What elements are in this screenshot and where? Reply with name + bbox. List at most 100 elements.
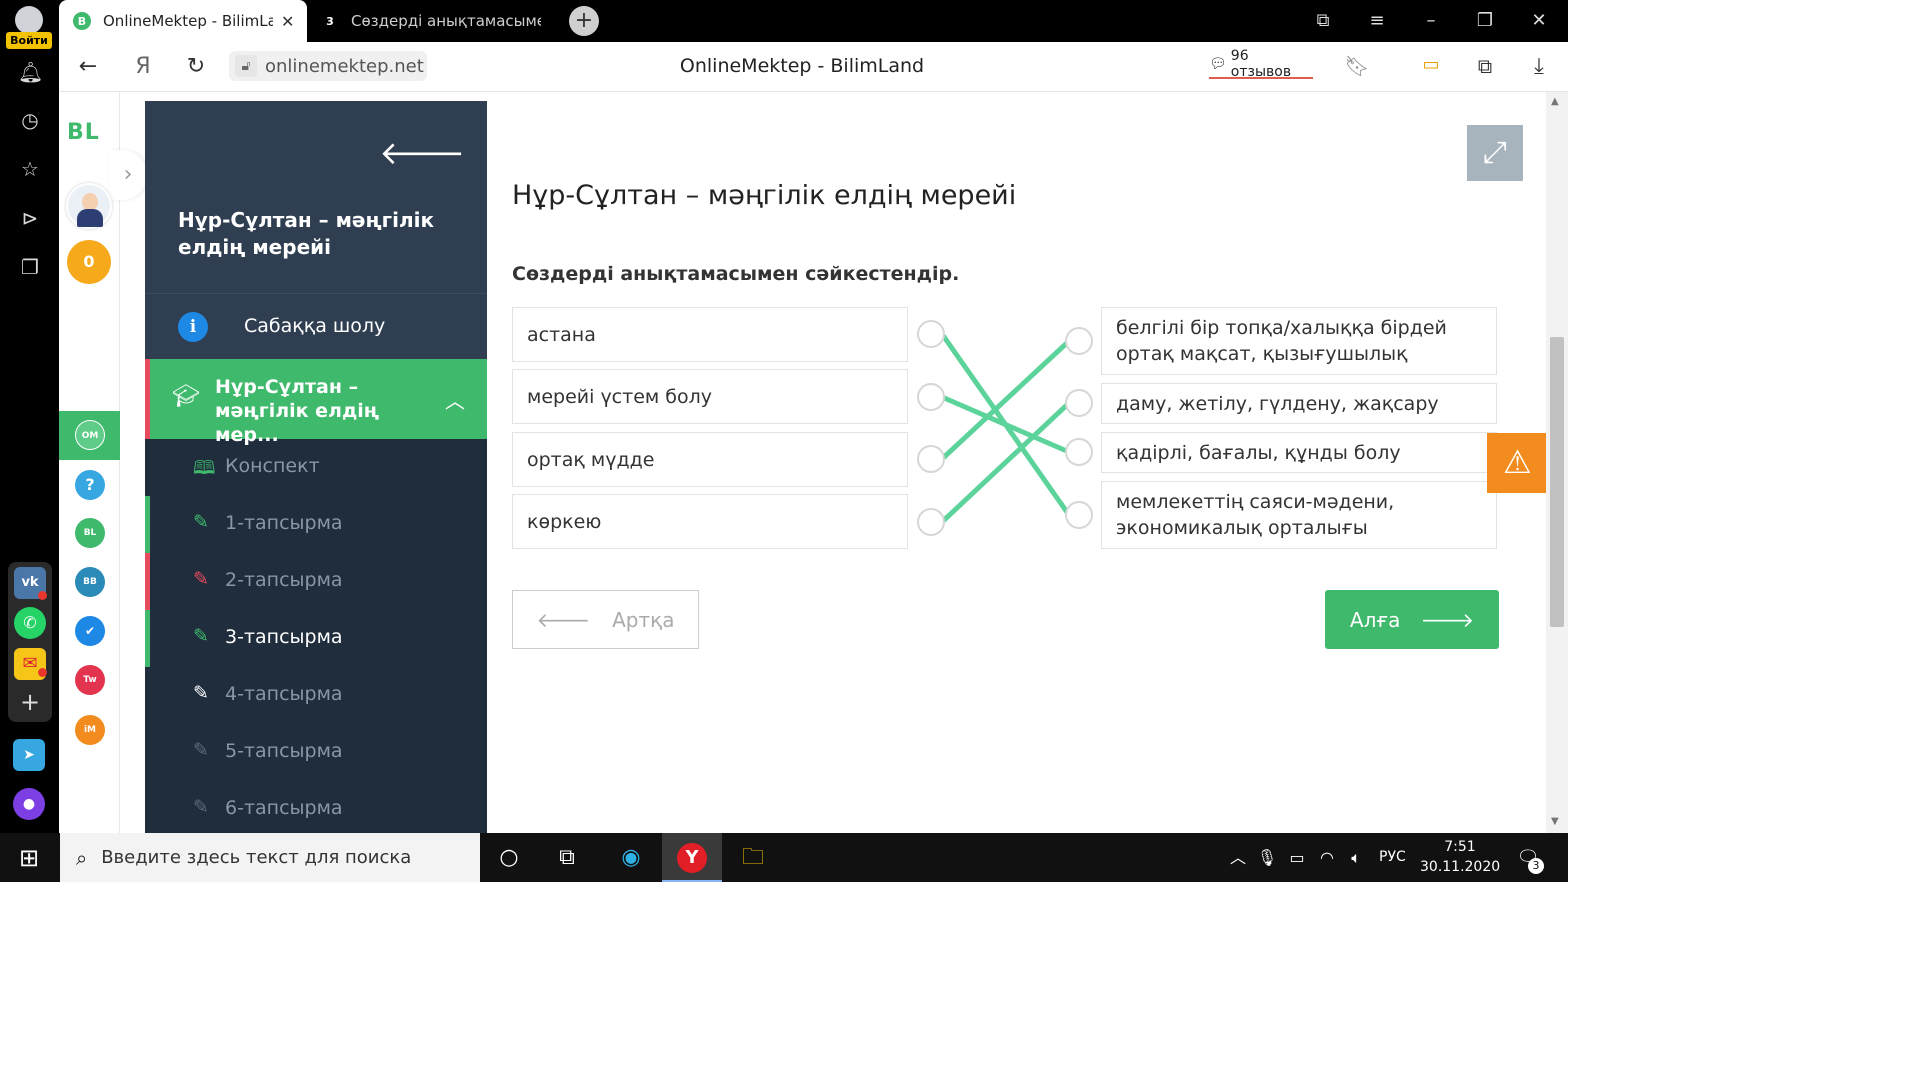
- course-item[interactable]: ✎ 5-тапсырма: [145, 724, 487, 781]
- avatar[interactable]: [66, 183, 112, 229]
- course-item[interactable]: ✎ 2-тапсырма: [145, 553, 487, 610]
- bilimland-icon[interactable]: BL: [75, 518, 105, 548]
- onlinemektep-icon[interactable]: OM: [75, 420, 105, 450]
- bell-icon[interactable]: 🔔︎: [18, 60, 43, 84]
- reviews-button[interactable]: 💬︎ 96 отзывов: [1209, 48, 1313, 80]
- wifi-icon[interactable]: ◠: [1311, 842, 1343, 874]
- play-icon[interactable]: ⊳: [18, 206, 42, 230]
- url-text: onlinemektep.net: [265, 55, 424, 77]
- tab-onlinemektep[interactable]: B OnlineMektep - BilimLand ✕: [59, 0, 307, 42]
- send-icon[interactable]: ➤: [13, 739, 45, 771]
- fullscreen-button[interactable]: ⤢: [1467, 125, 1523, 181]
- task-instruction: Сөздерді анықтамасымен сәйкестендір.: [512, 263, 960, 285]
- scroll-thumb[interactable]: [1550, 337, 1564, 627]
- course-title: Нұр-Сұлтан – мәңгілік елдің мерейі: [178, 208, 435, 259]
- course-item-label: 6-тапсырма: [225, 797, 343, 819]
- bookmarks-icon[interactable]: ⧉: [1311, 10, 1335, 31]
- tab-words[interactable]: 3 Сөздерді анықтамасымен: [311, 0, 547, 42]
- right-node[interactable]: [1065, 438, 1093, 466]
- language-indicator[interactable]: РУС: [1379, 849, 1406, 865]
- chevron-right-icon[interactable]: ›: [109, 150, 147, 200]
- itest-icon[interactable]: ✔: [75, 616, 105, 646]
- course-item[interactable]: ✎ 3-тапсырма: [145, 610, 487, 667]
- info-icon: i: [178, 312, 208, 342]
- report-warning-button[interactable]: ⚠: [1487, 433, 1548, 493]
- right-node[interactable]: [1065, 501, 1093, 529]
- course-item-label: 5-тапсырма: [225, 740, 343, 762]
- scroll-down-icon[interactable]: ▼: [1551, 816, 1559, 827]
- left-node[interactable]: [917, 508, 945, 536]
- extensions-icon[interactable]: ⧉: [1471, 54, 1499, 78]
- file-explorer-icon[interactable]: 🗀︎: [737, 842, 769, 874]
- left-item[interactable]: көркею: [512, 494, 908, 549]
- whatsapp-icon[interactable]: ✆: [14, 607, 46, 639]
- left-item[interactable]: ортақ мүдде: [512, 432, 908, 487]
- battery-icon[interactable]: ▭: [1281, 842, 1313, 874]
- course-item[interactable]: ✎ 4-тапсырма: [145, 667, 487, 724]
- search-icon: ⌕: [76, 845, 88, 870]
- edit-icon: ✎: [193, 682, 209, 704]
- restore-icon[interactable]: ❐: [1473, 10, 1497, 31]
- close-icon[interactable]: ✕: [281, 12, 294, 31]
- collections-icon[interactable]: ❐: [18, 255, 42, 279]
- url-field[interactable]: 🔓︎ onlinemektep.net: [229, 51, 427, 81]
- windows-start-icon[interactable]: ⊞: [13, 842, 45, 874]
- course-item[interactable]: 🕮 Конспект: [145, 439, 487, 496]
- arrow-left-icon[interactable]: 🡐: [379, 133, 465, 172]
- yandex-browser-icon[interactable]: Y: [662, 833, 722, 882]
- twig-icon[interactable]: Tw: [75, 665, 105, 695]
- volume-icon[interactable]: 🔈︎: [1340, 842, 1372, 874]
- chevron-up-icon[interactable]: ︿: [1222, 842, 1254, 874]
- bookmark-icon[interactable]: 🔖︎: [1343, 54, 1371, 78]
- right-node[interactable]: [1065, 327, 1093, 355]
- microphone-icon[interactable]: 🎙︎: [1251, 842, 1283, 874]
- history-icon[interactable]: ◷: [18, 108, 42, 132]
- right-item[interactable]: мемлекеттің саяси-мәдени, экономикалық о…: [1101, 481, 1497, 549]
- right-item[interactable]: даму, жетілу, гүлдену, жақсару: [1101, 383, 1497, 424]
- back-icon[interactable]: ←: [74, 54, 102, 79]
- left-item[interactable]: мерейі үстем болу: [512, 369, 908, 424]
- cortana-icon[interactable]: ○: [493, 842, 525, 874]
- chevron-up-icon[interactable]: ︿: [445, 385, 465, 414]
- left-node[interactable]: [917, 320, 945, 348]
- taskbar-search[interactable]: ⌕ Введите здесь текст для поиска: [60, 833, 480, 882]
- battery-saver-icon[interactable]: ▭: [1417, 54, 1445, 75]
- bilimbook-icon[interactable]: BB: [75, 567, 105, 597]
- task-view-icon[interactable]: ⧉: [551, 842, 583, 874]
- menu-icon[interactable]: ≡: [1365, 10, 1389, 31]
- download-icon[interactable]: ⤓: [1525, 54, 1553, 79]
- minimize-icon[interactable]: –: [1419, 10, 1443, 31]
- overview-item[interactable]: i Сабаққа шолу: [145, 293, 487, 359]
- help-icon[interactable]: ?: [75, 470, 105, 500]
- page-scrollbar[interactable]: ▲ ▼: [1546, 92, 1568, 833]
- new-tab-button[interactable]: +: [569, 6, 599, 36]
- star-icon[interactable]: ☆: [18, 157, 42, 181]
- back-button[interactable]: 🡐 Артқа: [512, 590, 699, 649]
- scroll-up-icon[interactable]: ▲: [1551, 96, 1559, 107]
- left-node[interactable]: [917, 383, 945, 411]
- imektep-icon[interactable]: iM: [75, 715, 105, 745]
- bl-logo[interactable]: BL: [67, 120, 100, 145]
- yandex-icon[interactable]: Я: [129, 54, 157, 79]
- course-item[interactable]: ✎ 6-тапсырма: [145, 781, 487, 833]
- course-item-label: 4-тапсырма: [225, 683, 343, 705]
- course-item[interactable]: ✎ 1-тапсырма: [145, 496, 487, 553]
- next-button[interactable]: Алға 🡒: [1325, 590, 1499, 649]
- left-node[interactable]: [917, 445, 945, 473]
- right-item[interactable]: қадірлі, бағалы, құнды болу: [1101, 432, 1497, 473]
- lock-icon[interactable]: 🔓︎: [235, 55, 257, 77]
- add-app-icon[interactable]: +: [14, 686, 46, 718]
- clock[interactable]: 7:51 30.11.2020: [1420, 837, 1500, 877]
- left-item[interactable]: астана: [512, 307, 908, 362]
- edit-icon: ✎: [193, 625, 209, 647]
- right-node[interactable]: [1065, 389, 1093, 417]
- close-window-icon[interactable]: ✕: [1527, 10, 1551, 31]
- tab-title: OnlineMektep - BilimLand: [103, 12, 273, 30]
- right-item[interactable]: белгілі бір топқа/халыққа бірдей ортақ м…: [1101, 307, 1497, 375]
- reload-icon[interactable]: ↻: [182, 54, 210, 79]
- lesson-item[interactable]: 🎓︎ Нұр-Сұлтан – мәңгілік елдің мер... ︿: [145, 359, 487, 446]
- edit-icon: ✎: [193, 511, 209, 533]
- alice-icon[interactable]: ●: [13, 788, 45, 820]
- login-button[interactable]: Войти: [6, 4, 52, 49]
- edge-icon[interactable]: ◉: [615, 842, 647, 874]
